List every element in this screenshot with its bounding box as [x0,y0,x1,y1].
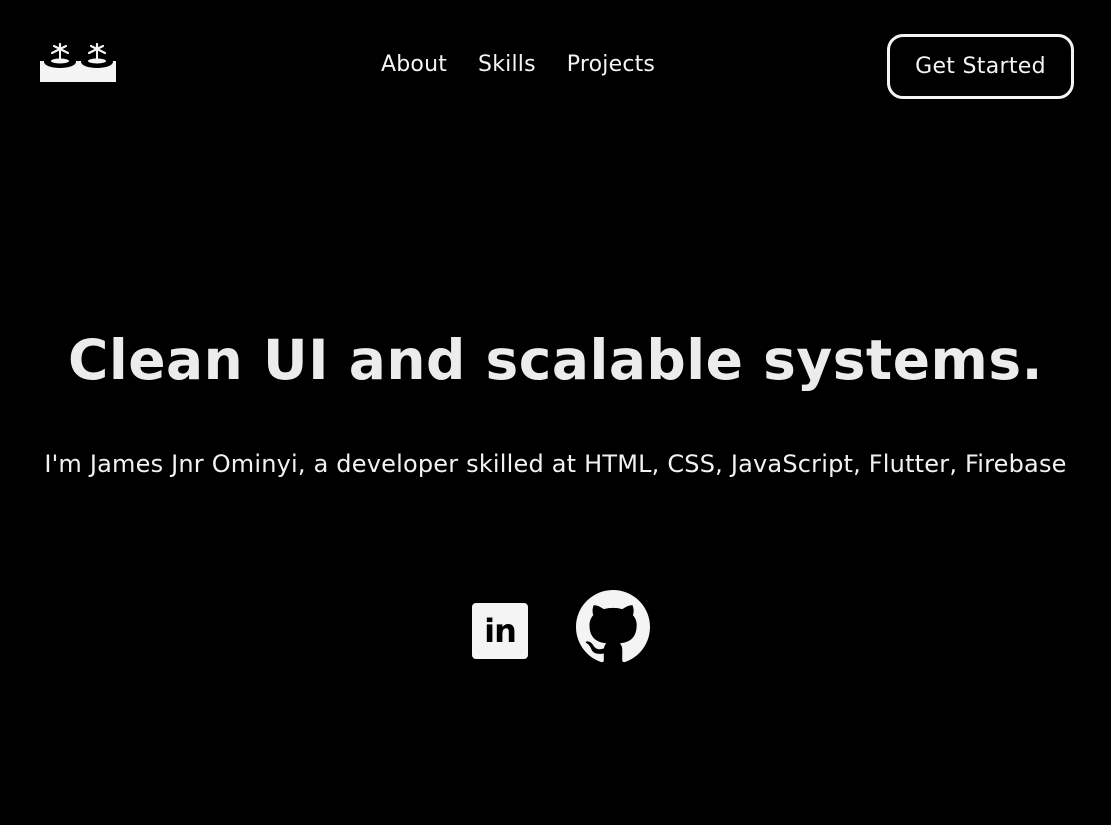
logo-link[interactable] [40,40,116,82]
nav-link-skills[interactable]: Skills [478,50,536,80]
main-nav: About Skills Projects [381,50,655,80]
palm-islands-logo-icon [40,42,116,82]
site-header: About Skills Projects Get Started [0,0,1111,132]
hero-title: Clean UI and scalable systems. [68,328,1043,392]
social-links: in [472,590,650,664]
linkedin-icon: in [484,612,517,650]
nav-link-about[interactable]: About [381,50,447,80]
github-icon [576,590,650,663]
nav-link-projects[interactable]: Projects [567,50,655,80]
page: About Skills Projects Get Started Clean … [0,0,1111,825]
get-started-button[interactable]: Get Started [887,34,1074,99]
github-link[interactable] [576,590,650,664]
linkedin-link[interactable]: in [472,603,528,659]
hero-subtitle: I'm James Jnr Ominyi, a developer skille… [44,450,1067,478]
